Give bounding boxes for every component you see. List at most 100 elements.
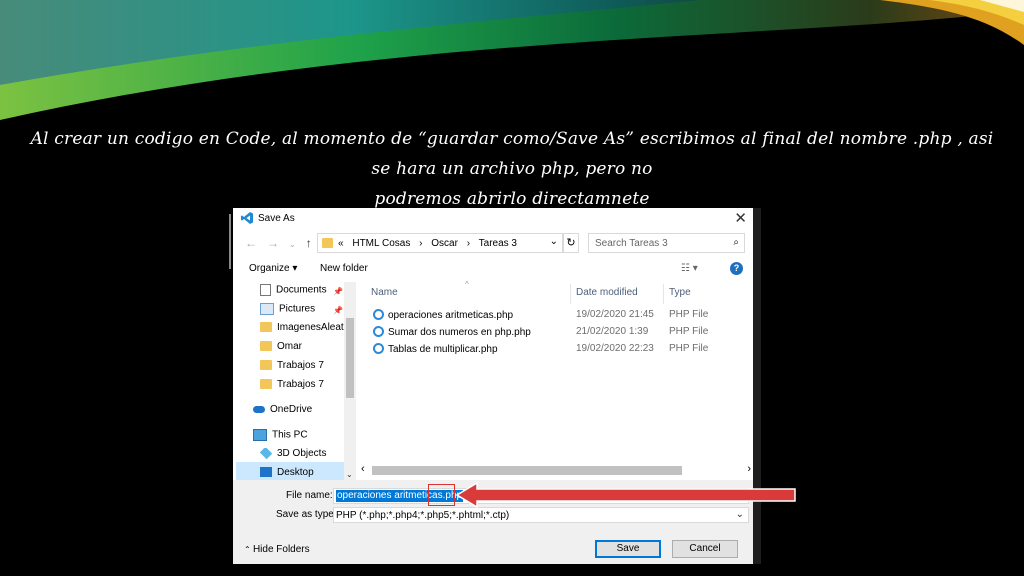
folder-icon — [322, 238, 333, 248]
file-type: PHP File — [669, 309, 709, 320]
php-file-icon — [373, 343, 384, 354]
folder-icon — [260, 379, 272, 390]
vscode-icon — [241, 212, 253, 224]
navigation-buttons: ← → ⌄ ↑ — [245, 236, 322, 250]
php-file-icon — [373, 326, 384, 337]
file-date: 21/02/2020 1:39 — [576, 326, 649, 337]
nav-item-label: Trabajos 7 — [277, 360, 324, 371]
column-divider[interactable] — [570, 284, 571, 304]
decorative-banner — [0, 0, 1024, 120]
scrollbar-thumb[interactable] — [346, 318, 354, 398]
dialog-title: Save As — [258, 213, 295, 224]
chevron-up-icon: ⌃ — [244, 545, 253, 554]
caption-line-1: Al crear un codigo en Code, al momento d… — [30, 129, 994, 179]
nav-item-this-pc[interactable]: This PC — [253, 429, 343, 447]
save-as-dialog: Save As ✕ ← → ⌄ ↑ « HTML Cosas › Oscar › Ta… — [233, 208, 753, 564]
3d-objects-icon — [260, 448, 273, 460]
view-options-icon[interactable]: ☷ ▾ — [681, 263, 698, 274]
save-button[interactable]: Save — [595, 540, 661, 558]
chevron-down-icon[interactable]: ⌄ — [736, 509, 744, 520]
command-bar: Organize ▾ New folder ☷ ▾ ? — [233, 260, 753, 280]
file-type: PHP File — [669, 326, 709, 337]
nav-item-label: Omar — [277, 341, 302, 352]
file-row[interactable]: Sumar dos numeros en php.php 21/02/2020 … — [373, 324, 748, 341]
annotation-highlight-box — [428, 484, 455, 506]
nav-item-label: 3D Objects — [277, 448, 327, 459]
scroll-right-icon[interactable]: › — [747, 463, 751, 475]
php-file-icon — [373, 309, 384, 320]
file-type: PHP File — [669, 343, 709, 354]
title-bar: Save As ✕ — [233, 208, 753, 230]
search-input[interactable]: Search Tareas 3 ⌕ — [588, 233, 745, 253]
onedrive-icon — [253, 405, 265, 413]
column-type[interactable]: Type — [669, 287, 691, 298]
breadcrumb-oscar[interactable]: Oscar — [431, 238, 458, 249]
new-folder-button[interactable]: New folder — [320, 263, 368, 274]
breadcrumb-html-cosas[interactable]: HTML Cosas — [352, 238, 410, 249]
desktop-icon — [260, 467, 272, 478]
refresh-icon[interactable]: ↻ — [563, 233, 579, 253]
folder-icon — [260, 360, 272, 371]
file-list-header: Name Date modified Type ^ — [363, 280, 751, 304]
column-date-modified[interactable]: Date modified — [576, 287, 638, 298]
column-name[interactable]: Name — [371, 287, 398, 298]
forward-icon[interactable]: → — [267, 236, 279, 250]
search-icon[interactable]: ⌕ — [733, 237, 739, 248]
back-icon[interactable]: ← — [245, 236, 257, 250]
file-name-text: Tablas de multiplicar.php — [388, 344, 498, 355]
scroll-down-icon[interactable]: ⌄ — [346, 470, 353, 479]
file-list-scrollbar[interactable]: ‹ › — [357, 463, 753, 478]
slide-caption: Al crear un codigo en Code, al momento d… — [20, 124, 1004, 214]
file-name-text: Sumar dos numeros en php.php — [388, 327, 531, 338]
file-name: Tablas de multiplicar.php — [373, 343, 498, 355]
recent-dropdown-icon[interactable]: ⌄ — [289, 240, 296, 249]
nav-item-label: Desktop — [277, 467, 314, 478]
cancel-button[interactable]: Cancel — [672, 540, 738, 558]
nav-item-onedrive[interactable]: OneDrive — [253, 404, 343, 422]
nav-item-3d-objects[interactable]: 3D Objects — [260, 448, 350, 466]
nav-item-label: Trabajos 7 — [277, 379, 324, 390]
scrollbar-thumb[interactable] — [372, 466, 682, 475]
editor-background-strip — [753, 208, 761, 564]
nav-item-trabajos-7[interactable]: Trabajos 7 — [260, 379, 350, 397]
file-row[interactable]: operaciones aritmeticas.php 19/02/2020 2… — [373, 307, 748, 324]
scroll-left-icon[interactable]: ‹ — [361, 463, 365, 475]
column-divider[interactable] — [663, 284, 664, 304]
save-as-type-label: Save as type: — [276, 509, 337, 520]
nav-item-label: Pictures — [279, 303, 316, 315]
file-name-text: operaciones aritmeticas.php — [388, 310, 514, 321]
pictures-icon — [260, 303, 274, 315]
folder-icon — [260, 322, 272, 333]
documents-icon — [260, 284, 271, 296]
file-date: 19/02/2020 21:45 — [576, 309, 654, 320]
breadcrumb-tareas-3[interactable]: Tareas 3 — [479, 238, 517, 249]
breadcrumb-separator: › — [419, 238, 423, 249]
pin-icon: 📌 — [333, 287, 343, 296]
navigation-pane: Documents 📌 Pictures 📌 ImagenesAleato Om… — [233, 282, 357, 480]
close-icon[interactable]: ✕ — [734, 209, 747, 227]
breadcrumb: « HTML Cosas › Oscar › Tareas 3 — [338, 238, 523, 249]
breadcrumb-overflow[interactable]: « — [338, 238, 344, 249]
up-icon[interactable]: ↑ — [306, 236, 312, 250]
nav-scrollbar[interactable]: ⌄ — [344, 282, 356, 480]
organize-button[interactable]: Organize ▾ — [249, 263, 297, 274]
sort-up-icon: ^ — [465, 280, 469, 289]
file-row[interactable]: Tablas de multiplicar.php 19/02/2020 22:… — [373, 341, 748, 358]
address-bar[interactable]: « HTML Cosas › Oscar › Tareas 3 ⌄ — [317, 233, 563, 253]
nav-item-omar[interactable]: Omar — [260, 341, 350, 359]
address-dropdown-icon[interactable]: ⌄ — [550, 236, 558, 247]
save-as-type-value: PHP (*.php;*.php4;*.php5;*.phtml;*.ctp) — [336, 510, 510, 521]
file-name-label: File name: — [286, 490, 333, 501]
nav-item-trabajos-7[interactable]: Trabajos 7 — [260, 360, 350, 378]
hide-folders-label: Hide Folders — [252, 544, 310, 555]
window-edge — [229, 214, 231, 269]
hide-folders-button[interactable]: ⌃ Hide Folders — [244, 544, 310, 555]
pc-icon — [253, 429, 267, 441]
nav-item-label: This PC — [272, 429, 308, 441]
nav-item-label: Documents — [276, 284, 327, 296]
help-icon[interactable]: ? — [730, 262, 743, 275]
file-name: operaciones aritmeticas.php — [373, 309, 513, 321]
breadcrumb-separator: › — [466, 238, 471, 249]
file-name: Sumar dos numeros en php.php — [373, 326, 531, 338]
nav-item-imagenesaleato[interactable]: ImagenesAleato — [260, 322, 350, 340]
